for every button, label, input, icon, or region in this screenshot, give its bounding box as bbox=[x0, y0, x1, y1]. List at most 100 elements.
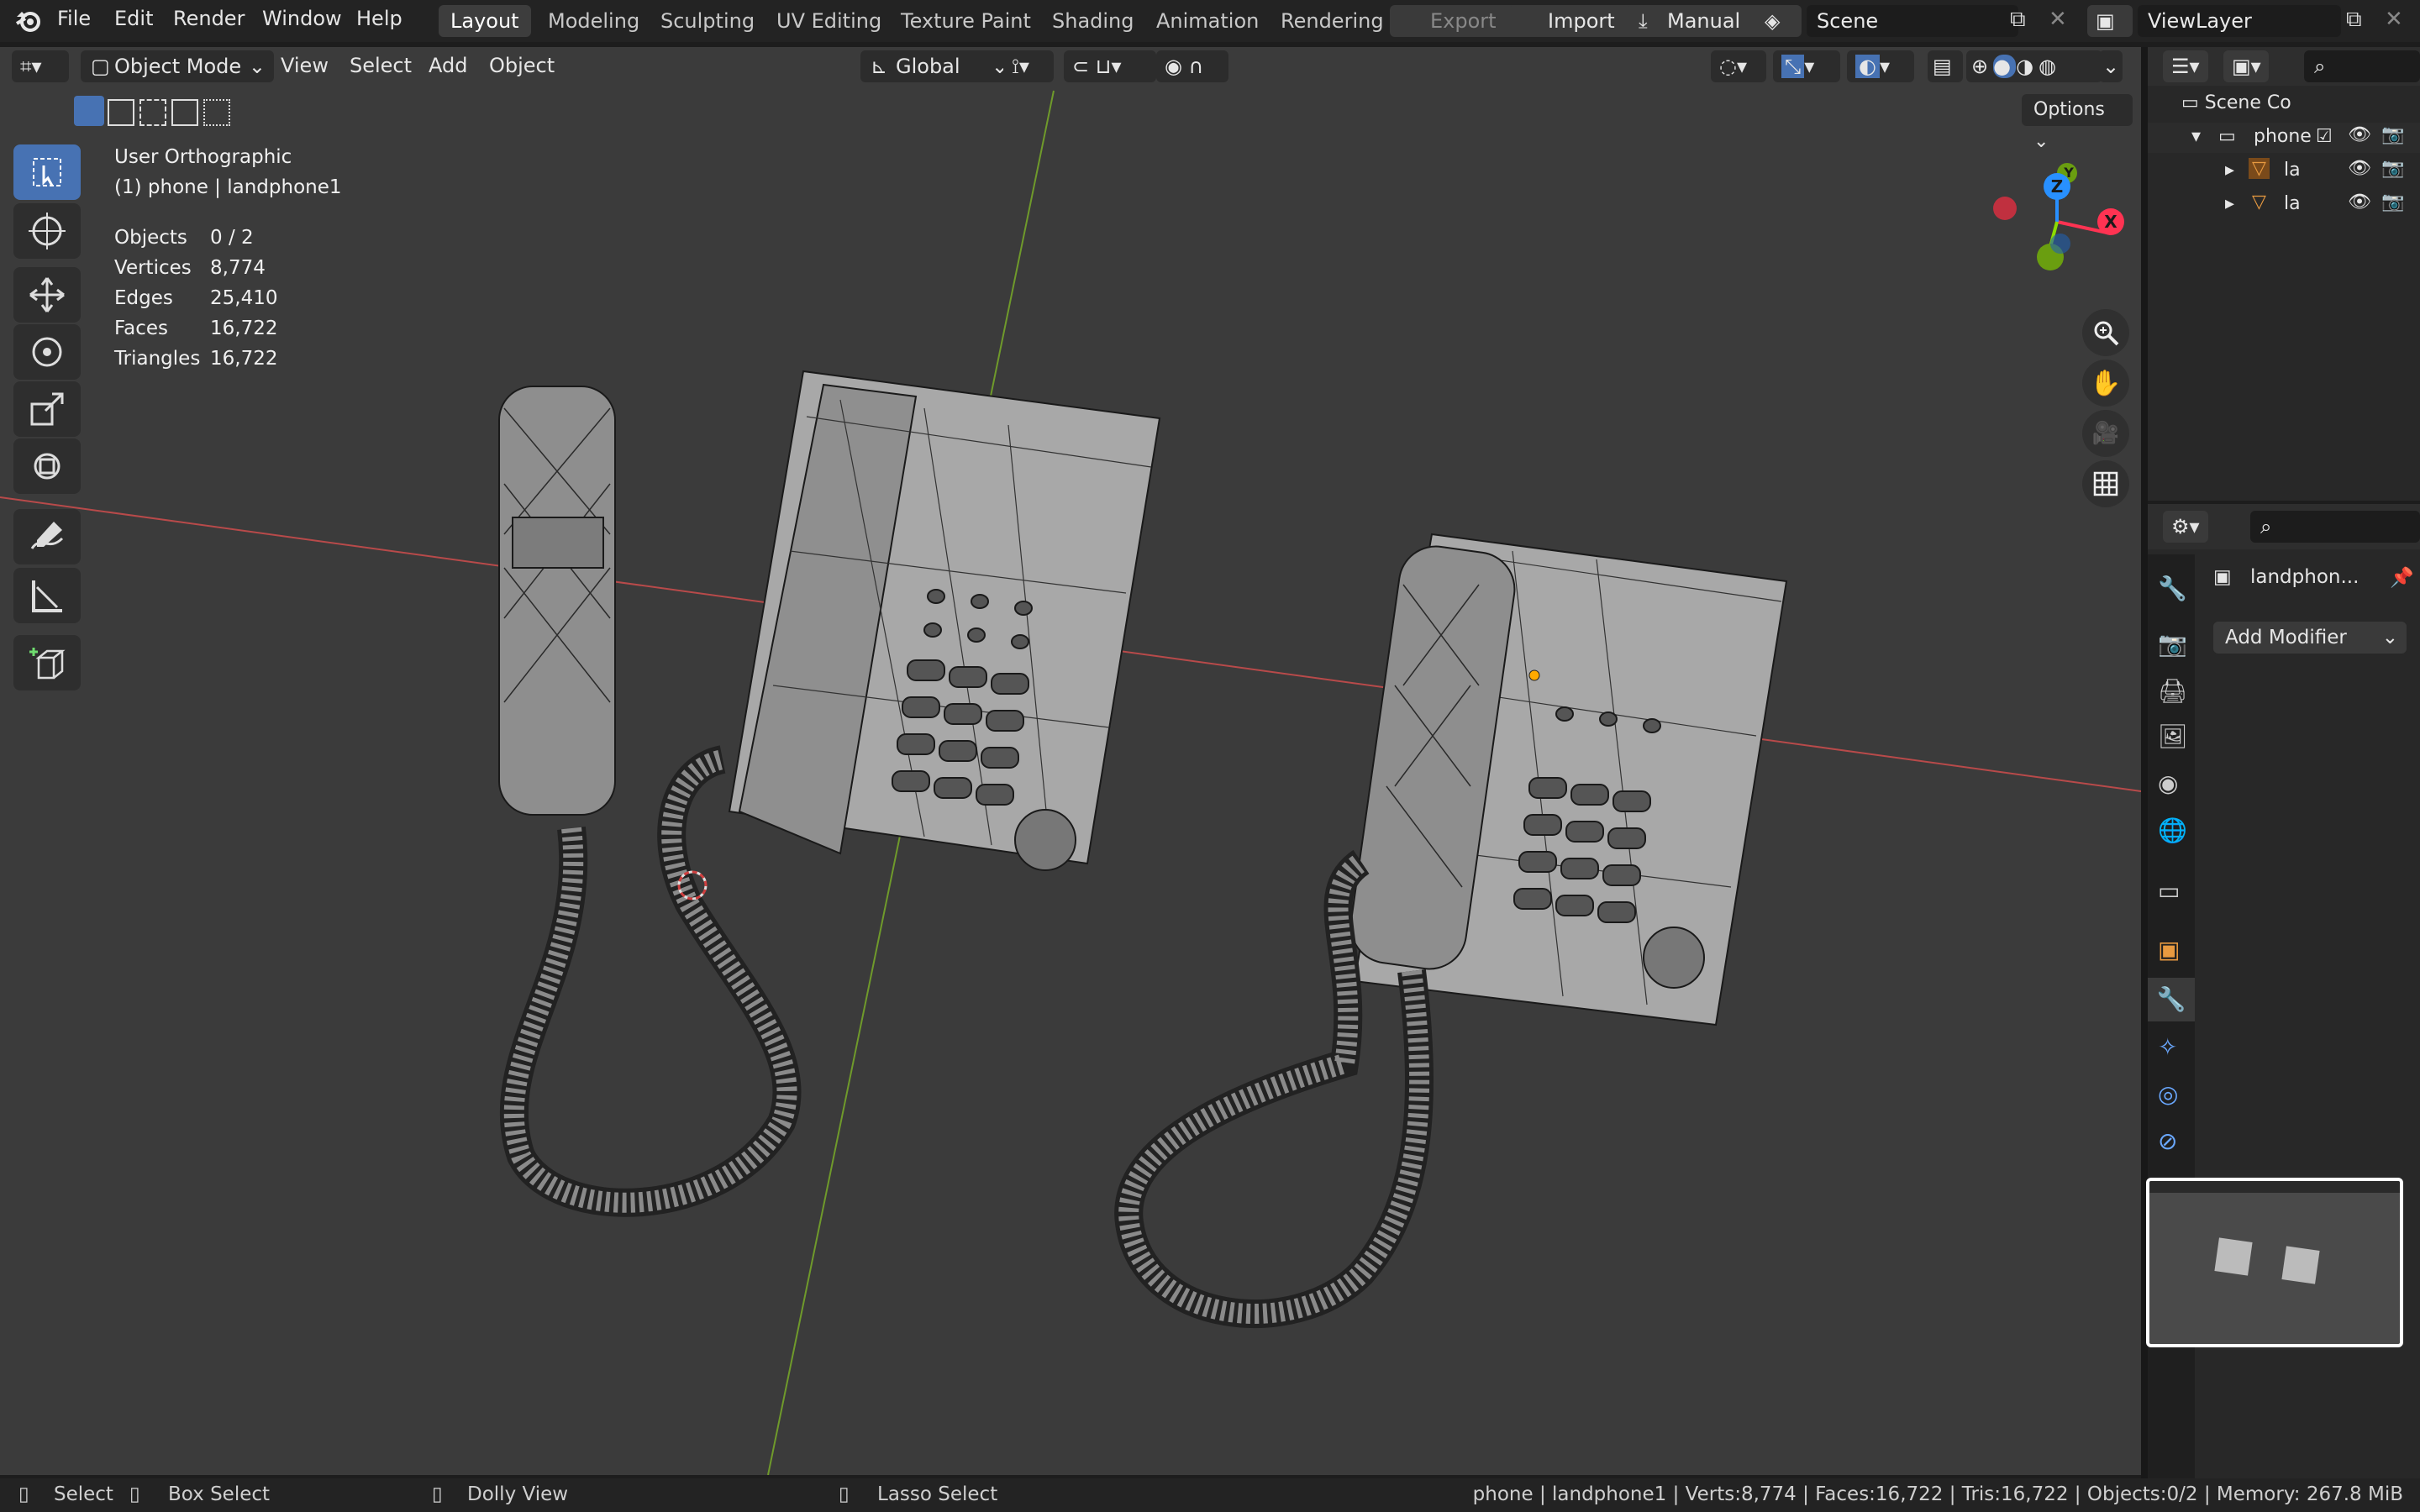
import-button[interactable]: Import bbox=[1509, 5, 1642, 37]
new-view-layer-icon[interactable]: ⧉ bbox=[2346, 7, 2362, 33]
visibility-icon[interactable]: ◌▾ bbox=[1711, 50, 1766, 82]
physics-tab-icon[interactable]: ◎ bbox=[2158, 1080, 2178, 1108]
select-extend-icon[interactable] bbox=[108, 99, 134, 126]
ortho-grid-icon[interactable] bbox=[2082, 460, 2129, 507]
view-layer-tab-icon[interactable]: 🖼 bbox=[2158, 722, 2188, 750]
scene-name-field[interactable]: Scene bbox=[1807, 5, 2018, 37]
tab-modeling[interactable]: Modeling bbox=[536, 5, 651, 37]
eye-icon[interactable]: 👁 bbox=[2348, 158, 2371, 179]
gizmo-toggle-icon[interactable]: ⤡ ▾ bbox=[1773, 50, 1840, 82]
camera-view-icon[interactable]: 🎥 bbox=[2082, 410, 2129, 457]
view-layer-field[interactable]: ViewLayer bbox=[2138, 5, 2341, 37]
editor-type-icon[interactable]: ⌗▾ bbox=[12, 50, 69, 82]
transform-orientation-selector[interactable]: ⊾ Global ⌄ bbox=[860, 50, 1017, 82]
pan-hand-icon[interactable]: ✋ bbox=[2082, 360, 2129, 407]
select-new-icon[interactable] bbox=[74, 96, 104, 126]
tab-sculpting[interactable]: Sculpting bbox=[649, 5, 766, 37]
menu-object[interactable]: Object bbox=[489, 54, 555, 77]
tab-uv-editing[interactable]: UV Editing bbox=[765, 5, 893, 37]
material-shading-icon[interactable]: ◑ bbox=[2016, 55, 2039, 78]
collection-tab-icon[interactable]: ▭ bbox=[2158, 877, 2180, 905]
render-camera-icon[interactable]: 📷 bbox=[2381, 158, 2404, 179]
cursor-tool[interactable] bbox=[13, 203, 81, 259]
expand-arrow-icon[interactable]: ▸ bbox=[2225, 160, 2234, 181]
world-tab-icon[interactable]: 🌐 bbox=[2158, 816, 2187, 844]
render-camera-icon[interactable]: 📷 bbox=[2381, 124, 2404, 145]
tab-animation[interactable]: Animation bbox=[1144, 5, 1270, 37]
tab-rendering[interactable]: Rendering bbox=[1269, 5, 1396, 37]
expand-arrow-icon[interactable]: ▸ bbox=[2225, 193, 2234, 214]
new-scene-icon[interactable]: ⧉ bbox=[2010, 7, 2026, 33]
transform-tool[interactable] bbox=[13, 438, 81, 494]
scene-collection-row[interactable]: ▭ Scene Co bbox=[2181, 92, 2291, 113]
select-box-tool[interactable] bbox=[13, 144, 81, 200]
menu-help[interactable]: Help bbox=[356, 7, 402, 30]
snapping-icon[interactable]: ⊂ ⊔▾ bbox=[1064, 50, 1156, 82]
gizmo-y-label[interactable]: Y bbox=[2059, 163, 2079, 183]
tab-texture-paint[interactable]: Texture Paint bbox=[889, 5, 1043, 37]
output-tab-icon[interactable]: 🖨 bbox=[2158, 677, 2188, 705]
preview-thumbnail[interactable] bbox=[2146, 1178, 2403, 1347]
collection-row-phone[interactable]: ▾ ▭ phone ☑ 👁 📷 bbox=[2148, 123, 2420, 153]
add-modifier-button[interactable]: Add Modifier ⌄ bbox=[2213, 622, 2407, 654]
xray-toggle-icon[interactable]: ▤ bbox=[1928, 50, 1963, 82]
select-subtract-icon[interactable] bbox=[139, 99, 166, 126]
pin-icon[interactable]: 📌 bbox=[2390, 566, 2414, 589]
menu-edit[interactable]: Edit bbox=[114, 7, 153, 30]
menu-select[interactable]: Select bbox=[350, 54, 412, 77]
tab-layout[interactable]: Layout bbox=[439, 5, 531, 37]
collection-checkbox[interactable]: ☑ bbox=[2316, 126, 2333, 147]
blender-logo-icon[interactable] bbox=[15, 8, 42, 37]
tab-shading[interactable]: Shading bbox=[1040, 5, 1146, 37]
render-tab-icon[interactable]: 📷 bbox=[2158, 630, 2187, 658]
proportional-editing-icon[interactable]: ◉ ∩ bbox=[1156, 50, 1228, 82]
modifier-tab-icon[interactable]: 🔧 bbox=[2148, 978, 2195, 1021]
zoom-icon[interactable] bbox=[2082, 309, 2129, 356]
3d-viewport[interactable]: ⌗▾ ▢ Object Mode ⌄ View Select Add Objec… bbox=[0, 47, 2141, 1475]
menu-render[interactable]: Render bbox=[173, 7, 245, 30]
delete-scene-icon[interactable]: ✕ bbox=[2049, 7, 2067, 32]
shading-modes[interactable]: ⊕●◑◍ bbox=[1966, 50, 2102, 82]
outliner-search-input[interactable]: ⌕ bbox=[2304, 50, 2420, 82]
outliner-object-row[interactable]: ▸ ▽ la 👁 📷 bbox=[2148, 156, 2420, 186]
gizmo-x-label[interactable]: X bbox=[2097, 208, 2124, 235]
pivot-point-icon[interactable]: ⟟▾ bbox=[1003, 50, 1054, 82]
select-invert-icon[interactable] bbox=[171, 99, 198, 126]
select-intersect-icon[interactable] bbox=[203, 99, 230, 126]
view-layer-selector-icon[interactable]: ▣ bbox=[2087, 5, 2133, 37]
menu-window[interactable]: Window bbox=[262, 7, 342, 30]
menu-view[interactable]: View bbox=[281, 54, 329, 77]
properties-search-input[interactable]: ⌕ bbox=[2250, 511, 2420, 543]
measure-tool[interactable] bbox=[13, 568, 81, 623]
eye-icon[interactable]: 👁 bbox=[2348, 124, 2371, 145]
display-mode-icon[interactable]: ▣▾ bbox=[2223, 50, 2269, 82]
shading-options-icon[interactable]: ⌄ bbox=[2099, 50, 2123, 82]
manual-button[interactable]: ⤓ Manual bbox=[1627, 5, 1773, 37]
move-tool[interactable] bbox=[13, 267, 81, 323]
wireframe-shading-icon[interactable]: ⊕ bbox=[1971, 55, 1993, 78]
solid-shading-icon[interactable]: ● bbox=[1993, 55, 2017, 78]
constraints-tab-icon[interactable]: ⊘ bbox=[2158, 1127, 2177, 1155]
expand-arrow-icon[interactable]: ▾ bbox=[2191, 126, 2201, 147]
rendered-shading-icon[interactable]: ◍ bbox=[2039, 55, 2061, 78]
scale-tool[interactable] bbox=[13, 381, 81, 437]
object-tab-icon[interactable]: ▣ bbox=[2158, 936, 2180, 963]
tool-tab-icon[interactable]: 🔧 bbox=[2158, 575, 2187, 602]
scene-selector-icon[interactable]: ◈ bbox=[1756, 5, 1802, 37]
particles-tab-icon[interactable]: ✧ bbox=[2158, 1033, 2177, 1061]
menu-add[interactable]: Add bbox=[429, 54, 467, 77]
mode-selector[interactable]: ▢ Object Mode ⌄ bbox=[81, 50, 274, 82]
render-camera-icon[interactable]: 📷 bbox=[2381, 192, 2404, 213]
menu-file[interactable]: File bbox=[57, 7, 91, 30]
outliner-object-row[interactable]: ▸ ▽ la 👁 📷 bbox=[2148, 190, 2420, 220]
add-cube-tool[interactable] bbox=[13, 635, 81, 690]
options-dropdown[interactable]: Options ⌄ bbox=[2022, 94, 2133, 152]
overlays-toggle-icon[interactable]: ◐ ▾ bbox=[1847, 50, 1914, 82]
scene-tab-icon[interactable]: ◉ bbox=[2158, 769, 2178, 797]
properties-editor-type-icon[interactable]: ⚙▾ bbox=[2163, 511, 2208, 543]
rotate-tool[interactable] bbox=[13, 324, 81, 380]
annotate-tool[interactable] bbox=[13, 509, 81, 564]
navigation-gizmo[interactable]: X Z Y bbox=[1983, 155, 2134, 323]
eye-icon[interactable]: 👁 bbox=[2348, 192, 2371, 213]
delete-view-layer-icon[interactable]: ✕ bbox=[2385, 7, 2403, 32]
